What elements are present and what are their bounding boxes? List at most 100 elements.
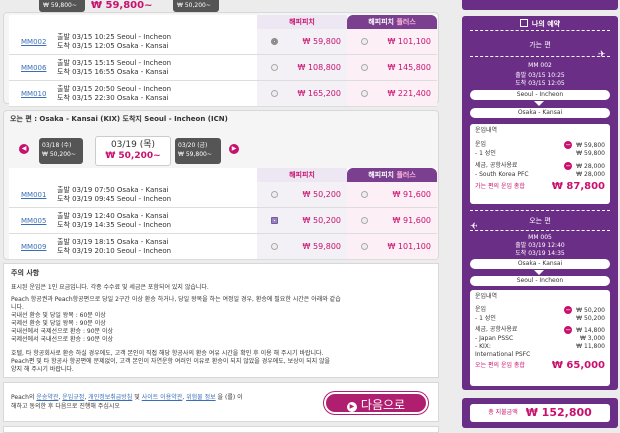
collapse-icon[interactable]: −	[564, 306, 573, 314]
notice-line: 양지 해 주시기 바랍니다.	[11, 366, 74, 373]
outbound-fare-header: 해피피치 해피피치 플러스	[9, 15, 437, 29]
next-button[interactable]: ▶ 다음으로	[324, 392, 428, 414]
notice-box: 주의 사항 표시된 운임은 1인 요금입니다. 각종 수수료 및 세금은 포함되…	[3, 263, 439, 378]
site-terms-link[interactable]: 사이트 이용약관	[142, 394, 183, 401]
fare-price: ₩ 50,200	[302, 216, 341, 225]
collapse-icon[interactable]: −	[564, 162, 573, 170]
fare-radio[interactable]	[271, 64, 278, 71]
fare-radio[interactable]	[361, 38, 368, 45]
collapse-icon[interactable]: −	[564, 141, 573, 149]
outbound-next-date-price: ₩ 50,200~	[177, 2, 211, 9]
prev-date-arrow-icon[interactable]: ◀	[19, 144, 29, 154]
happy-peach-plus-header: 해피피치 플러스	[347, 15, 437, 29]
down-arrow-icon	[534, 101, 544, 106]
fare-price: ₩ 221,400	[387, 89, 431, 98]
fare-radio[interactable]	[271, 191, 278, 198]
dangerous-goods-link[interactable]: 위험물 정보	[186, 394, 216, 401]
happy-peach-fare-cell[interactable]: ₩ 50,200	[257, 208, 347, 233]
fare-radio[interactable]	[271, 38, 278, 45]
happy-peach-plus-header: 해피피치 플러스	[347, 168, 437, 182]
arrival-line: 도착 03/19 20:10 Seoul - Incheon	[57, 246, 172, 255]
itinerary-panel: 나의 예약 가는 편 ✈ MM 002 출발 03/15 10:25 도착 03…	[462, 16, 618, 390]
fare-radio[interactable]	[361, 90, 368, 97]
outbound-selected-date-price: ₩ 59,800~	[91, 0, 153, 11]
notice-line: 호텔, 타 항공회사로 환승 하실 경우에도, 고객 본인이 직접 해당 항공사…	[11, 350, 324, 357]
happy-peach-fare-cell[interactable]: ₩ 165,200	[257, 81, 347, 106]
grand-total-box: 총 지불금액 ₩ 152,800	[470, 404, 610, 422]
outbound-total-label: 가는 편의 운임 총합	[475, 183, 525, 190]
happy-peach-fare-cell[interactable]: ₩ 59,800	[257, 234, 347, 259]
checkbox-icon	[519, 19, 528, 27]
return-fare-details-title: 운임내역	[475, 293, 498, 300]
fare-price: ₩ 50,200	[302, 190, 341, 199]
notice-line: Peach편 및 타 항공사 항공편에 문제없이, 고객 본인이 자연운항 여러…	[11, 358, 331, 365]
return-fare-table: 해피피치 해피피치 플러스 MM001 출발 03/19 07:50 Osaka …	[9, 168, 437, 260]
collapse-icon[interactable]: −	[564, 326, 573, 334]
next-button-label: 다음으로	[360, 398, 406, 412]
departure-line: 출발 03/19 12:40 Osaka - Kansai	[57, 211, 169, 220]
fare-price: ₩ 101,100	[387, 242, 431, 251]
departure-line: 출발 03/15 20:50 Seoul - Incheon	[57, 84, 172, 93]
flight-row: MM002 출발 03/15 10:25 Seoul - Incheon 도착 03…	[9, 29, 437, 55]
happy-peach-fare-cell[interactable]: ₩ 50,200	[257, 182, 347, 207]
arrival-line: 도착 03/19 14:35 Seoul - Incheon	[57, 220, 172, 229]
fare-rules-link[interactable]: 운임규정	[62, 394, 84, 401]
outbound-prev-date[interactable]: ₩ 59,800~	[39, 0, 85, 12]
return-prev-date-label: 03/18 (수)	[42, 142, 72, 149]
fare-price: ₩ 101,100	[387, 37, 431, 46]
notice-line: 국제선 환승 및 당일 왕복 : 90분 이상	[11, 320, 106, 327]
flight-number-link[interactable]: MM009	[9, 243, 57, 251]
return-next-date[interactable]: 03/20 (금) ₩ 59,800~	[175, 138, 221, 164]
happy-peach-plus-fare-cell[interactable]: ₩ 91,600	[347, 182, 437, 207]
flight-row: MM001 출발 03/19 07:50 Osaka - Kansai 도착 03/…	[9, 182, 437, 208]
happy-peach-fare-cell[interactable]: ₩ 108,800	[257, 55, 347, 80]
fare-radio[interactable]	[361, 191, 368, 198]
notice-line: 국내선 환승 및 당일 왕복 : 60분 이상	[11, 312, 106, 319]
down-arrow-icon	[534, 270, 544, 275]
flight-number-link[interactable]: MM010	[9, 90, 57, 98]
arrival-line: 도착 03/15 16:55 Osaka - Kansai	[57, 67, 169, 76]
fare-radio[interactable]	[361, 243, 368, 250]
flight-times: 출발 03/15 10:25 Seoul - Incheon 도착 03/15 1…	[57, 33, 257, 51]
itinerary-top-cap	[462, 0, 618, 10]
fare-radio[interactable]	[271, 217, 278, 224]
fare-price: ₩ 59,800	[302, 37, 341, 46]
outbound-fare-box: 운임내역 운임 − ₩ 59,800 - 1 성인 ₩ 59,800 세금, 공항사…	[470, 124, 610, 204]
flight-times: 출발 03/19 12:40 Osaka - Kansai 도착 03/19 14…	[57, 212, 257, 230]
flight-number-link[interactable]: MM005	[9, 217, 57, 225]
next-date-arrow-icon[interactable]: ▶	[229, 144, 239, 154]
happy-peach-plus-fare-cell[interactable]: ₩ 101,100	[347, 29, 437, 54]
privacy-link[interactable]: 개인정보취급방침	[88, 394, 132, 401]
flight-times: 출발 03/19 18:15 Osaka - Kansai 도착 03/19 20…	[57, 238, 257, 256]
flight-number-link[interactable]: MM006	[9, 64, 57, 72]
return-prev-date[interactable]: 03/18 (수) ₩ 50,200~	[39, 138, 83, 164]
notice-title: 주의 사항	[11, 269, 40, 277]
outbound-label: 가는 편	[529, 41, 551, 49]
terms-link[interactable]: 운송약관	[36, 394, 58, 401]
fare-radio[interactable]	[361, 217, 368, 224]
fare-radio[interactable]	[271, 243, 278, 250]
outbound-fare-table: 해피피치 해피피치 플러스 MM002 출발 03/15 10:25 Seoul …	[9, 15, 437, 107]
fare-price: ₩ 91,600	[392, 190, 431, 199]
return-selected-date[interactable]: 03/19 (목) ₩ 50,200~	[95, 136, 171, 166]
fare-price: ₩ 91,600	[392, 216, 431, 225]
return-selected-date-label: 03/19 (목)	[110, 140, 156, 150]
happy-peach-plus-fare-cell[interactable]: ₩ 91,600	[347, 208, 437, 233]
flight-times: 출발 03/19 07:50 Osaka - Kansai 도착 03/19 09…	[57, 186, 257, 204]
bottom-strip	[3, 426, 439, 433]
grand-total-label: 총 지불금액	[488, 409, 518, 416]
return-arrival: 도착 03/19 14:35	[515, 250, 565, 257]
flight-number-link[interactable]: MM002	[9, 38, 57, 46]
happy-peach-plus-fare-cell[interactable]: ₩ 221,400	[347, 81, 437, 106]
flight-number-link[interactable]: MM001	[9, 191, 57, 199]
agreement-text: Peach의 운송약관, 운임규정, 개인정보취급방침 및 사이트 이용약관, …	[11, 394, 243, 410]
outbound-flight-no: MM 002	[528, 62, 552, 69]
happy-peach-fare-cell[interactable]: ₩ 59,800	[257, 29, 347, 54]
flight-row: MM009 출발 03/19 18:15 Osaka - Kansai 도착 03/…	[9, 234, 437, 260]
happy-peach-plus-fare-cell[interactable]: ₩ 101,100	[347, 234, 437, 259]
outbound-next-date[interactable]: ₩ 50,200~	[173, 0, 219, 12]
happy-peach-plus-fare-cell[interactable]: ₩ 145,800	[347, 55, 437, 80]
fare-radio[interactable]	[361, 64, 368, 71]
flight-row: MM006 출발 03/15 15:15 Seoul - Incheon 도착 03…	[9, 55, 437, 81]
fare-radio[interactable]	[271, 90, 278, 97]
